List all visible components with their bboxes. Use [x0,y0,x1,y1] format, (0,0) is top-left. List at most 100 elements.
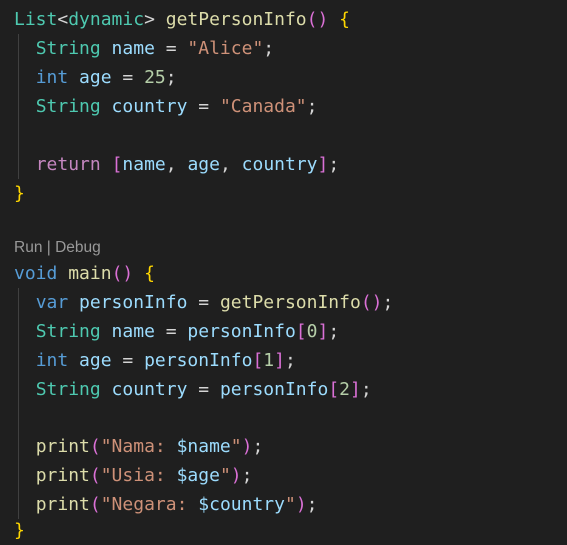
type-token: int [35,350,69,371]
code-line-9: void main() { [14,259,155,288]
function-name-token: print [35,436,90,457]
variable-token: personInfo [68,292,188,313]
bracket-token: [ [111,154,123,175]
bracket-token: [ [295,321,307,342]
operator-token: = [154,38,188,59]
keyword-token: void [14,263,58,284]
punct-token: < [57,9,69,30]
code-line-6: return [name, age, country]; [14,150,340,179]
bracket-token: ] [317,321,329,342]
operator-token: = [111,67,145,88]
code-line-3: int age = 25; [14,63,177,92]
string-token: "Alice" [187,38,264,59]
string-token: "Nama: [100,436,177,457]
variable-token: personInfo [144,350,253,371]
bracket-token: ) [230,465,242,486]
code-line-15: print("Nama: $name"); [14,432,264,461]
operator-token: = [111,350,145,371]
brace-token: } [14,520,25,541]
function-name-token: getPersonInfo [165,9,307,30]
bracket-token: [ [252,350,264,371]
bracket-token: ( [89,436,101,457]
interpolation-token: $country [198,494,285,515]
string-token: " [219,465,231,486]
number-token: 25 [144,67,166,88]
code-line-7: } [14,179,25,208]
punct-token: ; [306,96,318,117]
type-token: int [35,67,69,88]
bracket-token: ) [317,9,329,30]
keyword-token: return [35,154,101,175]
bracket-token: ] [350,379,361,400]
variable-token: country [100,379,188,400]
code-line-18: } [14,516,25,545]
string-token: "Usia: [100,465,177,486]
code-line-10: var personInfo = getPersonInfo(); [14,288,394,317]
codelens: Run | Debug [14,236,101,260]
bracket-token: ( [306,9,318,30]
code-line-12: int age = personInfo[1]; [14,346,296,375]
string-token: "Canada" [219,96,307,117]
variable-token: personInfo [219,379,329,400]
operator-token: = [154,321,188,342]
bracket-token: ] [274,350,285,371]
bracket-token: ( [111,263,123,284]
variable-token: age [187,154,220,175]
function-name-token: print [35,494,90,515]
variable-token: country [100,96,188,117]
variable-token: country [241,154,318,175]
number-token: 0 [306,321,318,342]
bracket-token: ) [295,494,307,515]
function-name-token: print [35,465,90,486]
variable-token: age [68,67,112,88]
string-token: " [230,436,242,457]
variable-token: name [100,38,155,59]
run-codelens-link[interactable]: Run [14,239,42,256]
bracket-token: [ [328,379,340,400]
punct-token: ; [284,350,296,371]
interpolation-token: $name [176,436,231,457]
code-line-1: List<dynamic> getPersonInfo() { [14,5,350,34]
variable-token: name [100,321,155,342]
type-token: String [35,321,101,342]
bracket-token: ( [360,292,372,313]
punct-token: > [144,9,155,30]
brace-token: } [14,183,25,204]
number-token: 2 [339,379,350,400]
code-line-16: print("Usia: $age"); [14,461,253,490]
operator-token: = [187,379,220,400]
type-token: String [35,38,101,59]
brace-token: { [144,263,155,284]
bracket-token: ( [89,465,101,486]
punct-token: ; [241,465,253,486]
type-token: String [35,379,101,400]
code-line-13: String country = personInfo[2]; [14,375,372,404]
punct-token: , [219,154,242,175]
code-editor[interactable]: List<dynamic> getPersonInfo() { String n… [0,0,567,544]
variable-token: age [68,350,112,371]
type-token: List [14,9,58,30]
bracket-token: ) [371,292,383,313]
code-line-11: String name = personInfo[0]; [14,317,339,346]
brace-token: { [328,9,351,30]
punct-token: ; [252,436,264,457]
punct-token: ; [306,494,318,515]
punct-token: ; [165,67,177,88]
keyword-token: var [35,292,69,313]
debug-codelens-link[interactable]: Debug [55,239,101,256]
punct-token: ; [360,379,372,400]
operator-token: = [187,292,220,313]
codelens-separator: | [42,239,56,256]
function-name-token: getPersonInfo [219,292,361,313]
